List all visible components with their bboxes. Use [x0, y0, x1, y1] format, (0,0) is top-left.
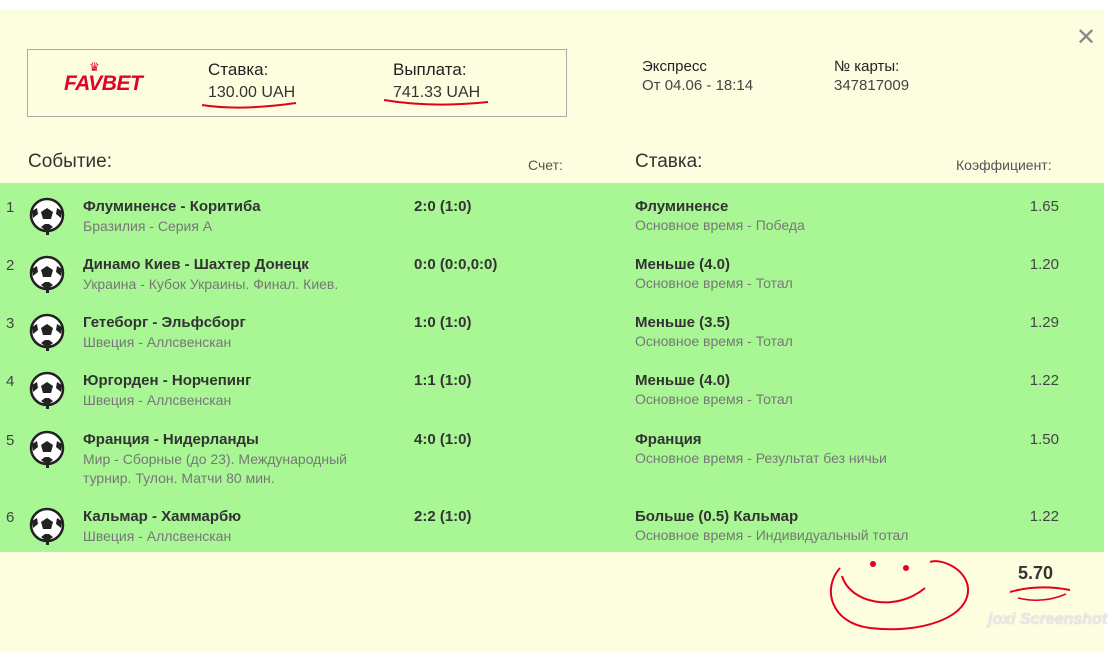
event-name: Гетеборг - Эльфсборг — [83, 314, 246, 331]
event-name: Франция - Нидерланды — [83, 431, 259, 448]
soccer-ball-icon — [29, 255, 65, 293]
bet-coefficient: 1.29 — [1029, 314, 1059, 331]
bet-market: Основное время - Тотал — [635, 275, 793, 291]
event-league: Украина - Кубок Украины. Финал. Киев. — [83, 276, 339, 292]
soccer-ball-icon — [29, 313, 65, 351]
bet-date: От 04.06 - 18:14 — [642, 77, 754, 94]
event-name: Кальмар - Хаммарбю — [83, 508, 242, 525]
event-column-header: Событие: — [28, 151, 112, 172]
card-number: 347817009 — [834, 77, 910, 94]
payout-underline-annotation — [383, 99, 489, 106]
event-name: Юргорден - Норчепинг — [83, 372, 252, 389]
event-score: 2:2 (1:0) — [414, 508, 472, 525]
bet-type-label: Экспресс — [642, 58, 707, 75]
event-name: Флуминенсе - Коритиба — [83, 198, 261, 215]
event-league: Швеция - Аллсвенскан — [83, 528, 232, 544]
bet-coefficient: 1.65 — [1029, 198, 1059, 215]
event-league: Швеция - Аллсвенскан — [83, 334, 232, 350]
bet-selection: Меньше (4.0) — [635, 372, 730, 389]
row-number: 5 — [6, 432, 15, 449]
event-league: Мир - Сборные (до 23). Международный тур… — [83, 451, 347, 486]
soccer-ball-icon — [29, 430, 65, 468]
crown-icon: ♛ — [89, 60, 100, 74]
soccer-ball-icon — [29, 507, 65, 545]
bet-selection: Меньше (4.0) — [635, 256, 730, 273]
bet-coefficient: 1.22 — [1029, 508, 1059, 525]
bet-selection: Больше (0.5) Кальмар — [635, 508, 799, 525]
total-underline-annotation — [1009, 586, 1071, 601]
stake-label: Ставка: — [208, 60, 269, 79]
bet-coefficient: 1.22 — [1029, 372, 1059, 389]
event-score: 2:0 (1:0) — [414, 198, 472, 215]
bet-market: Основное время - Результат без ничьи — [635, 450, 887, 466]
favbet-logo: ♛ FAVBET — [64, 60, 143, 96]
bet-market: Основное время - Победа — [635, 217, 805, 233]
event-league: Бразилия - Серия А — [83, 218, 213, 234]
row-number: 4 — [6, 373, 15, 390]
stake-underline-annotation — [201, 102, 297, 109]
soccer-ball-icon — [29, 197, 65, 235]
row-number: 6 — [6, 509, 15, 526]
payout-label: Выплата: — [393, 60, 467, 79]
event-league: Швеция - Аллсвенскан — [83, 392, 232, 408]
bet-selection: Флуминенсе — [635, 198, 729, 215]
bet-column-header: Ставка: — [635, 151, 703, 172]
bet-market: Основное время - Индивидуальный тотал — [635, 527, 909, 543]
coefficient-column-header: Коэффициент: — [956, 157, 1052, 173]
event-score: 0:0 (0:0,0:0) — [414, 256, 498, 273]
smiley-annotation — [829, 560, 970, 631]
bet-market: Основное время - Тотал — [635, 333, 793, 349]
bet-summary-box: ♛ FAVBET Ставка: 130.00 UAH Выплата: 741… — [27, 49, 567, 117]
bet-coefficient: 1.50 — [1029, 431, 1059, 448]
logo-text: FAVBET — [64, 72, 143, 95]
event-name: Динамо Киев - Шахтер Донецк — [83, 256, 309, 273]
bet-coefficient: 1.20 — [1029, 256, 1059, 273]
row-number: 3 — [6, 315, 15, 332]
bet-selection: Меньше (3.5) — [635, 314, 730, 331]
card-number-label: № карты: — [834, 58, 900, 75]
event-score: 1:1 (1:0) — [414, 372, 472, 389]
event-score: 4:0 (1:0) — [414, 431, 472, 448]
bet-market: Основное время - Тотал — [635, 391, 793, 407]
close-icon[interactable]: ✕ — [1073, 25, 1099, 51]
watermark: joxi Screenshot — [988, 611, 1108, 628]
event-score: 1:0 (1:0) — [414, 314, 472, 331]
row-number: 1 — [6, 199, 15, 216]
row-number: 2 — [6, 257, 15, 274]
bet-events-list: 1 Флуминенсе - Коритиба Бразилия - Серия… — [0, 183, 1104, 552]
bet-selection: Франция — [635, 431, 702, 448]
soccer-ball-icon — [29, 371, 65, 409]
score-column-header: Счет: — [528, 157, 563, 173]
